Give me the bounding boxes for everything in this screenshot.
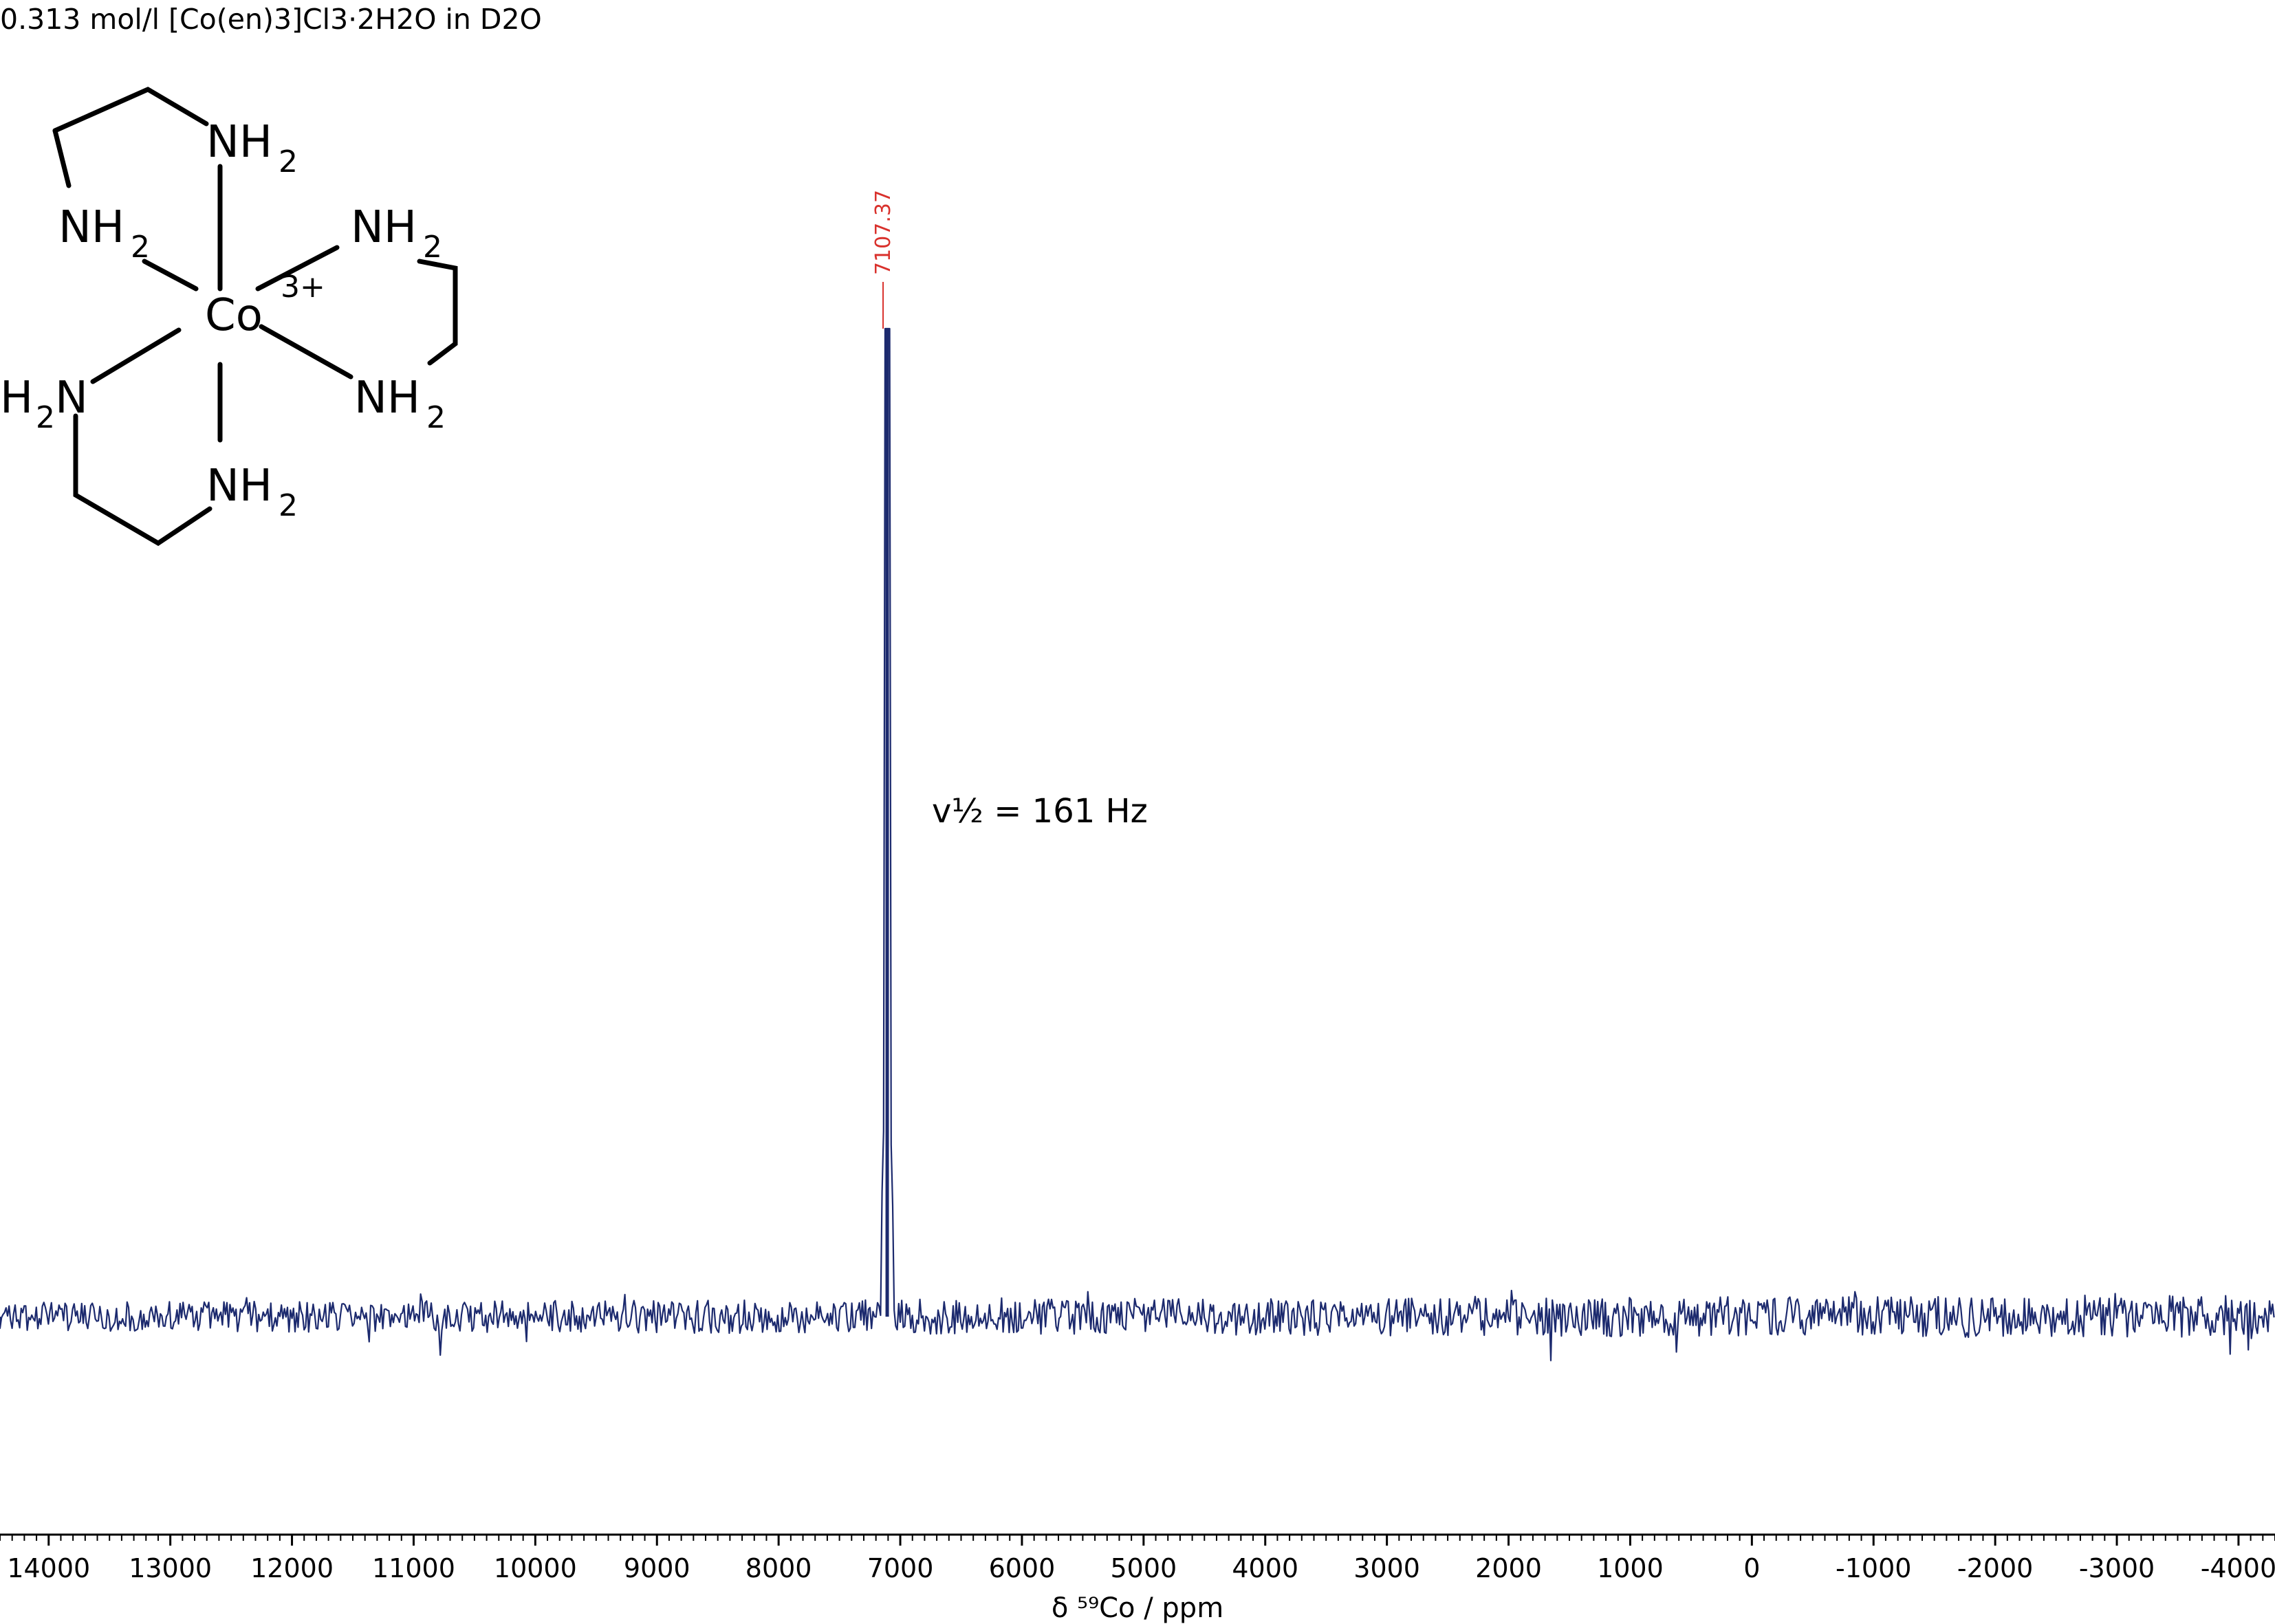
x-tick-label: 1000 xyxy=(1597,1553,1664,1583)
plot-area: 7107.37 xyxy=(0,190,2275,1361)
x-tick-label: 11000 xyxy=(372,1553,455,1583)
x-tick-label: 8000 xyxy=(745,1553,812,1583)
nmr-spectrum-chart: 0.313 mol/l [Co(en)3]Cl3·2H2O in D2O NH 2… xyxy=(0,3,2275,1624)
x-tick-label: -2000 xyxy=(1957,1553,2033,1583)
spectrum-trace xyxy=(0,327,2275,1361)
x-tick-label: -1000 xyxy=(1836,1553,1911,1583)
svg-text:2: 2 xyxy=(423,230,442,265)
chart-title: 0.313 mol/l [Co(en)3]Cl3·2H2O in D2O xyxy=(0,3,542,36)
x-tick-label: 2000 xyxy=(1475,1553,1542,1583)
x-tick-label: 7000 xyxy=(867,1553,934,1583)
x-tick-label: -3000 xyxy=(2079,1553,2155,1583)
svg-text:2: 2 xyxy=(279,488,298,523)
x-axis: 14000 13000 12000 11000 10000 9000 8000 7000 600… xyxy=(0,1533,2275,1583)
svg-text:3+: 3+ xyxy=(281,270,325,305)
svg-text:Co: Co xyxy=(205,290,263,341)
x-tick-label: 12000 xyxy=(250,1553,334,1583)
x-axis-label: δ ⁵⁹Co / ppm xyxy=(1052,1592,1223,1624)
svg-text:NH: NH xyxy=(351,202,417,253)
svg-text:NH: NH xyxy=(206,461,272,512)
x-tick-label: 9000 xyxy=(624,1553,690,1583)
svg-text:2: 2 xyxy=(131,230,150,265)
x-tick-label: 3000 xyxy=(1353,1553,1420,1583)
x-tick-label: 10000 xyxy=(494,1553,577,1583)
svg-text:NH: NH xyxy=(354,373,420,424)
peak-label: 7107.37 xyxy=(871,190,895,275)
svg-text:2: 2 xyxy=(279,144,298,179)
svg-text:H: H xyxy=(0,373,33,424)
x-tick-label: 14000 xyxy=(7,1553,90,1583)
x-tick-label: 5000 xyxy=(1110,1553,1177,1583)
x-tick-label: 4000 xyxy=(1232,1553,1298,1583)
linewidth-annotation: v½ = 161 Hz xyxy=(932,792,1148,831)
svg-text:N: N xyxy=(55,373,88,424)
svg-text:2: 2 xyxy=(426,400,446,435)
svg-text:NH: NH xyxy=(206,117,272,168)
x-tick-label: 13000 xyxy=(129,1553,212,1583)
x-tick-label: -4000 xyxy=(2201,1553,2275,1583)
svg-text:2: 2 xyxy=(36,400,55,435)
svg-text:NH: NH xyxy=(58,202,124,253)
x-tick-label: 6000 xyxy=(989,1553,1056,1583)
x-tick-label: 0 xyxy=(1743,1553,1760,1583)
